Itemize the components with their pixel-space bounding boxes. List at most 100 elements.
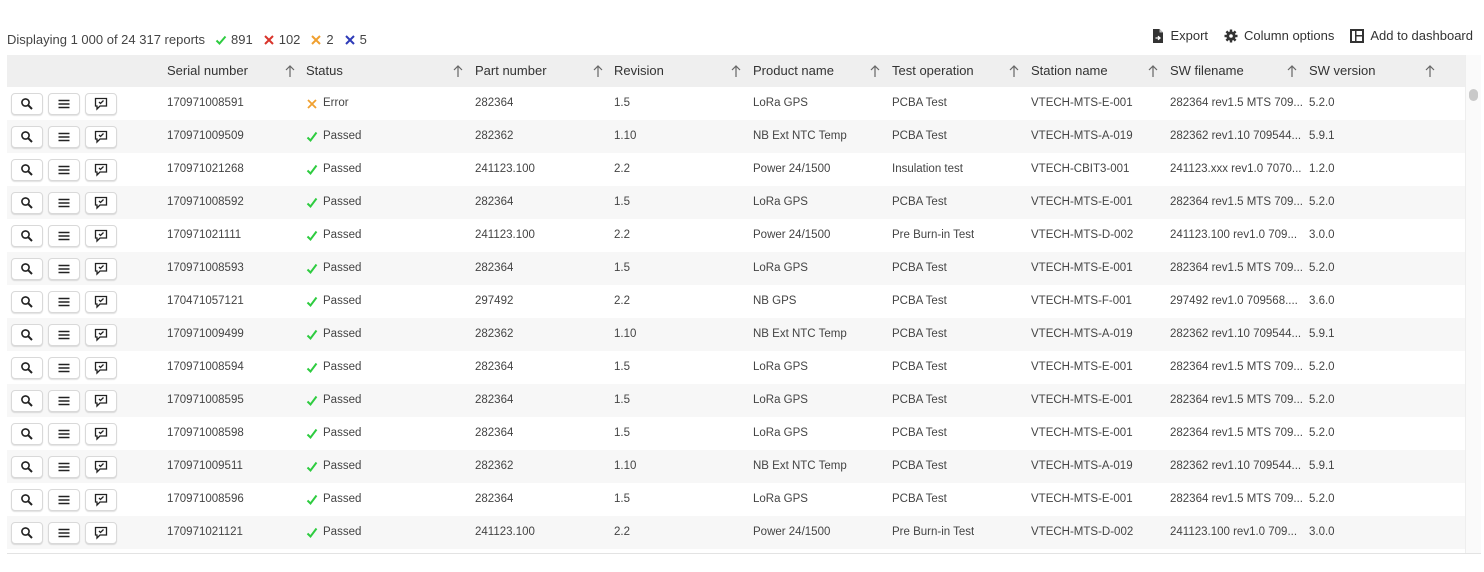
column-header-status[interactable]: Status (306, 55, 343, 87)
search-button[interactable] (11, 159, 43, 181)
menu-button[interactable] (48, 258, 80, 280)
menu-button[interactable] (48, 390, 80, 412)
cell-part-number: 297492 (475, 295, 514, 307)
menu-button[interactable] (48, 225, 80, 247)
column-header-product-name[interactable]: Product name (753, 55, 834, 87)
comment-button[interactable] (85, 357, 117, 379)
search-button[interactable] (11, 126, 43, 148)
menu-button[interactable] (48, 291, 80, 313)
comment-button[interactable] (85, 324, 117, 346)
comment-button[interactable] (85, 159, 117, 181)
cell-status: Passed (306, 516, 361, 549)
menu-button[interactable] (48, 489, 80, 511)
comment-button[interactable] (85, 489, 117, 511)
table-row[interactable]: 170971008591 Error 282364 1.5 LoRa GPS PCBA T… (7, 87, 1465, 120)
column-header-sw-filename[interactable]: SW filename (1170, 55, 1244, 87)
sort-arrow-up-icon[interactable] (591, 63, 605, 79)
cell-serial-number: 170971008592 (167, 196, 244, 208)
search-button[interactable] (11, 390, 43, 412)
table-row[interactable]: 170971009511 Passed 282362 1.10 NB Ext NTC T… (7, 450, 1465, 483)
sort-arrow-up-icon[interactable] (868, 63, 882, 79)
passed-check-icon (306, 395, 318, 406)
table-row[interactable]: 170971008592 Passed 282364 1.5 LoRa GPS PCBA … (7, 186, 1465, 219)
cell-test-operation: PCBA Test (892, 427, 947, 439)
cell-sw-filename: 297492 rev1.0 709568.... (1170, 295, 1298, 307)
sort-arrow-up-icon[interactable] (729, 63, 743, 79)
search-button[interactable] (11, 522, 43, 544)
menu-button[interactable] (48, 192, 80, 214)
error-count[interactable]: 2 (310, 32, 334, 47)
menu-button[interactable] (48, 357, 80, 379)
comment-button[interactable] (85, 291, 117, 313)
table-row[interactable]: 170971009499 Passed 282362 1.10 NB Ext NTC T… (7, 318, 1465, 351)
comment-button[interactable] (85, 456, 117, 478)
table-row[interactable]: 170971021268 Passed 241123.100 2.2 Power 24/… (7, 153, 1465, 186)
table-row[interactable]: 170971009509 Passed 282362 1.10 NB Ext NTC T… (7, 120, 1465, 153)
column-header-serial-number[interactable]: Serial number (167, 55, 248, 87)
search-button[interactable] (11, 192, 43, 214)
add-to-dashboard-button[interactable]: Add to dashboard (1350, 28, 1473, 43)
column-header-station-name[interactable]: Station name (1031, 55, 1108, 87)
comment-button[interactable] (85, 390, 117, 412)
sort-arrow-up-icon[interactable] (1007, 63, 1021, 79)
scrollbar-thumb[interactable] (1469, 89, 1478, 101)
comment-button[interactable] (85, 258, 117, 280)
sort-arrow-up-icon[interactable] (451, 63, 465, 79)
search-button[interactable] (11, 291, 43, 313)
menu-button[interactable] (48, 93, 80, 115)
menu-button[interactable] (48, 159, 80, 181)
table-row[interactable]: 170971008595 Passed 282364 1.5 LoRa GPS PCBA … (7, 384, 1465, 417)
x-icon (264, 34, 274, 45)
column-header-test-operation[interactable]: Test operation (892, 55, 974, 87)
menu-button[interactable] (48, 324, 80, 346)
table-row[interactable]: 170971008593 Passed 282364 1.5 LoRa GPS PCBA … (7, 252, 1465, 285)
table-row[interactable]: 170971008598 Passed 282364 1.5 LoRa GPS PCBA … (7, 417, 1465, 450)
cell-product-name: LoRa GPS (753, 97, 808, 109)
sort-arrow-up-icon[interactable] (283, 63, 297, 79)
cell-sw-filename: 282362 rev1.10 709544... (1170, 460, 1302, 472)
cell-sw-version: 3.6.0 (1309, 295, 1335, 307)
terminated-count[interactable]: 5 (344, 32, 367, 47)
search-button[interactable] (11, 357, 43, 379)
search-button[interactable] (11, 423, 43, 445)
comment-button[interactable] (85, 126, 117, 148)
column-header-sw-version[interactable]: SW version (1309, 55, 1375, 87)
sort-arrow-up-icon[interactable] (1146, 63, 1160, 79)
cell-part-number: 241123.100 (475, 526, 535, 538)
sort-arrow-up-icon[interactable] (1285, 63, 1299, 79)
sort-arrow-up-icon[interactable] (1423, 63, 1437, 79)
search-button[interactable] (11, 93, 43, 115)
table-row[interactable]: 170971021111 Passed 241123.100 2.2 Power 24/… (7, 219, 1465, 252)
export-button[interactable]: Export (1152, 28, 1208, 43)
column-header-part-number[interactable]: Part number (475, 55, 547, 87)
cell-part-number: 282364 (475, 262, 514, 274)
comment-icon (94, 295, 108, 309)
search-button[interactable] (11, 489, 43, 511)
cell-sw-version: 5.9.1 (1309, 130, 1335, 142)
column-options-button[interactable]: Column options (1224, 28, 1334, 43)
table-row[interactable]: 170971008594 Passed 282364 1.5 LoRa GPS PCBA … (7, 351, 1465, 384)
vertical-scrollbar[interactable] (1465, 55, 1481, 553)
table-row[interactable]: 170471057121 Passed 297492 2.2 NB GPS PCBA Te… (7, 285, 1465, 318)
comment-button[interactable] (85, 225, 117, 247)
comment-button[interactable] (85, 93, 117, 115)
search-button[interactable] (11, 324, 43, 346)
comment-button[interactable] (85, 192, 117, 214)
table-row[interactable]: 170971008596 Passed 282364 1.5 LoRa GPS PCBA … (7, 483, 1465, 516)
status-text: Passed (323, 394, 362, 406)
menu-button[interactable] (48, 456, 80, 478)
passed-count[interactable]: 891 (215, 32, 253, 47)
table-row[interactable]: 170971021121 Passed 241123.100 2.2 Power 24/… (7, 516, 1465, 549)
comment-button[interactable] (85, 522, 117, 544)
failed-count[interactable]: 102 (263, 32, 300, 47)
column-header-revision[interactable]: Revision (614, 55, 664, 87)
menu-button[interactable] (48, 423, 80, 445)
menu-button[interactable] (48, 522, 80, 544)
export-file-icon (1153, 28, 1164, 43)
search-button[interactable] (11, 225, 43, 247)
cell-status: Passed (306, 120, 361, 153)
search-button[interactable] (11, 258, 43, 280)
comment-button[interactable] (85, 423, 117, 445)
search-button[interactable] (11, 456, 43, 478)
menu-button[interactable] (48, 126, 80, 148)
